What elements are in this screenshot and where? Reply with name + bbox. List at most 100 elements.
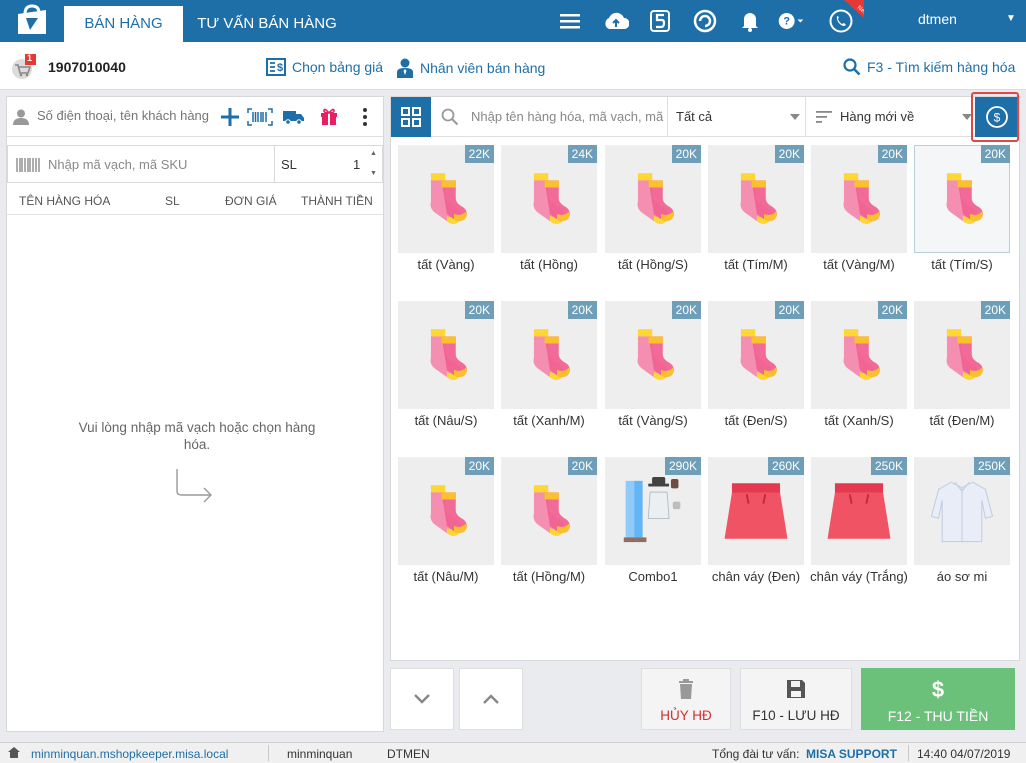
product-card[interactable]: 290K Combo1 <box>605 457 701 607</box>
tab-sales[interactable]: BÁN HÀNG <box>64 6 183 42</box>
refresh-icon[interactable] <box>692 8 718 34</box>
product-card[interactable]: 20K tất (Đen/S) <box>708 301 804 451</box>
price-badge: 20K <box>877 301 907 319</box>
bell-icon[interactable] <box>737 8 763 34</box>
product-search-label: F3 - Tìm kiếm hàng hóa <box>867 59 1016 75</box>
price-list-label: Chọn bảng giá <box>292 59 384 75</box>
product-card[interactable]: 22K tất (Vàng) <box>398 145 494 295</box>
scroll-down-button[interactable] <box>390 668 454 730</box>
price-badge: 250K <box>973 457 1010 475</box>
product-name: tất (Tím/M) <box>724 257 788 272</box>
help-icon[interactable]: ? <box>778 8 804 34</box>
cloud-sync-icon[interactable] <box>603 8 629 34</box>
quantity-label: SL <box>281 157 297 172</box>
product-search-input[interactable]: Nhập tên hàng hóa, mã vạch, mã <box>471 109 667 124</box>
product-name: tất (Xanh/M) <box>513 413 585 428</box>
product-card[interactable]: 20K tất (Vàng/M) <box>811 145 907 295</box>
product-card[interactable]: 20K tất (Tím/M) <box>708 145 804 295</box>
grid-view-icon <box>401 107 421 127</box>
sales-staff-label: Nhân viên bán hàng <box>420 60 546 76</box>
save-invoice-label: F10 - LƯU HĐ <box>752 708 840 723</box>
price-badge: 20K <box>877 145 907 163</box>
product-card[interactable]: 20K tất (Nâu/S) <box>398 301 494 451</box>
sort-select[interactable]: Hàng mới về <box>805 97 975 137</box>
customer-search-input[interactable] <box>37 108 217 123</box>
home-icon <box>8 747 20 758</box>
svg-text:?: ? <box>783 16 790 28</box>
product-search-link[interactable]: F3 - Tìm kiếm hàng hóa <box>843 58 1015 76</box>
product-card[interactable]: 250K chân váy (Trắng) <box>810 457 908 607</box>
username[interactable]: dtmen <box>918 11 957 27</box>
invoice-table-header: TÊN HÀNG HÓA SL ĐƠN GIÁ THÀNH TIỀN <box>7 189 383 215</box>
column-unit-price: ĐƠN GIÁ <box>225 194 277 208</box>
server-address: minminquan.mshopkeeper.misa.local <box>31 747 229 761</box>
product-name: tất (Hồng) <box>520 257 578 272</box>
hotline-value: MISA SUPPORT <box>806 747 897 761</box>
app-logo-icon[interactable] <box>12 4 52 38</box>
cart-icon[interactable]: 1 <box>10 53 40 80</box>
column-product-name: TÊN HÀNG HÓA <box>19 194 111 208</box>
quantity-up-icon[interactable]: ▲ <box>370 150 377 157</box>
price-list-icon: $ <box>266 58 286 76</box>
product-name: chân váy (Đen) <box>711 569 801 584</box>
checkout-button[interactable]: $ F12 - THU TIỀN <box>861 668 1015 730</box>
chevron-down-icon <box>414 694 430 704</box>
product-card[interactable]: 260K chân váy (Đen) <box>708 457 804 607</box>
price-badge: 20K <box>774 301 804 319</box>
product-card[interactable]: 20K tất (Hồng/M) <box>501 457 597 607</box>
five-icon[interactable] <box>647 8 673 34</box>
quantity-stepper[interactable]: SL 1 ▲ ▼ <box>275 145 383 183</box>
quantity-value[interactable]: 1 <box>353 157 360 172</box>
product-card[interactable]: 250K áo sơ mi <box>914 457 1010 607</box>
grid-view-button[interactable] <box>391 97 431 137</box>
quantity-down-icon[interactable]: ▼ <box>370 170 377 177</box>
price-badge: 250K <box>870 457 907 475</box>
product-card[interactable]: 24K tất (Hồng) <box>501 145 597 295</box>
customer-row <box>7 97 383 137</box>
current-datetime: 14:40 04/07/2019 <box>917 747 1011 761</box>
product-card[interactable]: 20K tất (Nâu/M) <box>398 457 494 607</box>
tab-sales-consulting[interactable]: TƯ VẤN BÁN HÀNG <box>186 6 348 42</box>
price-badge: 20K <box>671 301 701 319</box>
gift-icon[interactable] <box>320 107 338 125</box>
category-select[interactable]: Tất cả <box>667 97 805 137</box>
sales-staff-button[interactable]: Nhân viên bán hàng <box>396 58 545 78</box>
add-customer-icon[interactable] <box>221 108 239 126</box>
price-badge: 20K <box>464 301 494 319</box>
menu-icon[interactable] <box>557 8 583 34</box>
delivery-truck-icon[interactable] <box>283 109 305 125</box>
product-name: tất (Vàng/M) <box>823 257 895 272</box>
scroll-up-button[interactable] <box>459 668 523 730</box>
barcode-scan-icon[interactable] <box>247 108 273 126</box>
product-card[interactable]: 20K tất (Vàng/S) <box>605 301 701 451</box>
product-name: Combo1 <box>628 569 678 584</box>
trash-icon <box>642 679 730 699</box>
save-invoice-button[interactable]: F10 - LƯU HĐ <box>740 668 852 730</box>
category-select-value: Tất cả <box>676 109 713 124</box>
barcode-input[interactable]: Nhập mã vạch, mã SKU <box>7 145 275 183</box>
person-icon <box>13 109 29 125</box>
price-list-button[interactable]: $ Chọn bảng giá <box>266 58 383 76</box>
product-card[interactable]: 20K tất (Hồng/S) <box>605 145 701 295</box>
product-name: tất (Hồng/M) <box>512 569 586 584</box>
product-name: tất (Vàng) <box>417 257 475 272</box>
price-badge: 20K <box>980 145 1010 163</box>
product-card[interactable]: 20K tất (Tím/S) <box>914 145 1010 295</box>
price-badge: 24K <box>567 145 597 163</box>
column-quantity: SL <box>165 194 180 208</box>
cancel-invoice-button[interactable]: HỦY HĐ <box>641 668 731 730</box>
price-badge: 20K <box>774 145 804 163</box>
product-card[interactable]: 20K tất (Đen/M) <box>914 301 1010 451</box>
user-menu-caret-icon[interactable]: ▼ <box>1006 13 1016 24</box>
price-badge: 20K <box>567 301 597 319</box>
product-card[interactable]: 20K tất (Xanh/M) <box>501 301 597 451</box>
chevron-up-icon <box>483 694 499 704</box>
search-icon <box>843 58 861 76</box>
product-name: tất (Hồng/S) <box>617 257 689 272</box>
chevron-down-icon <box>790 114 800 120</box>
product-name: tất (Nâu/S) <box>414 413 478 428</box>
product-name: chân váy (Trắng) <box>810 569 908 584</box>
product-toolbar: Nhập tên hàng hóa, mã vạch, mã Tất cả Hà… <box>391 92 1019 142</box>
more-options-icon[interactable] <box>363 108 367 126</box>
product-card[interactable]: 20K tất (Xanh/S) <box>811 301 907 451</box>
